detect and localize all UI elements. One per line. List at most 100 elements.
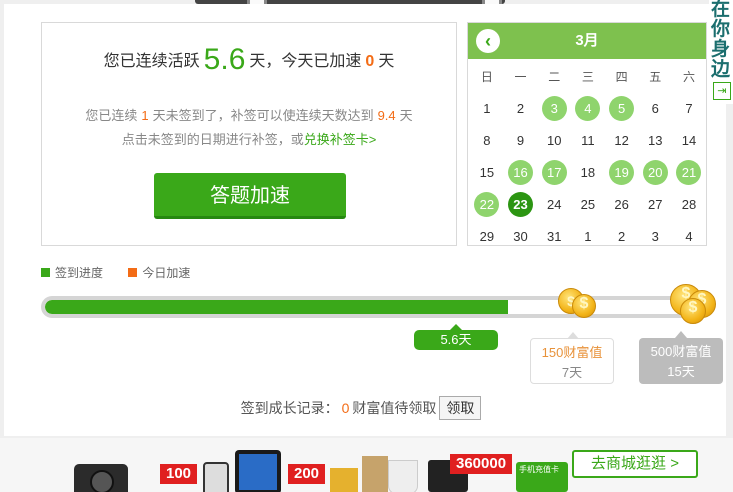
calendar-day[interactable]: 10: [537, 128, 571, 154]
activity-summary: 您已连续活跃 5.6 天，今天已加速 0 天: [42, 43, 456, 77]
calendar-grid: 日一二三四五六 1 2 3 4 5 6 7 8 9 10 11 12 13 14 15 16 17 18 19 20 21…: [470, 61, 706, 253]
calendar-day[interactable]: 24: [537, 192, 571, 218]
calendar-day[interactable]: 2: [504, 96, 538, 122]
calendar-day[interactable]: 25: [571, 192, 605, 218]
calendar-day-number: 24: [546, 197, 562, 212]
calendar-day[interactable]: 11: [571, 128, 605, 154]
weekday-label: 六: [682, 70, 695, 84]
calendar-day-number: 14: [681, 133, 697, 148]
legend-today-label: 今日加速: [142, 266, 191, 280]
progress-fill: [45, 300, 509, 314]
calendar-day[interactable]: 2: [605, 224, 639, 250]
weekday-label: 四: [615, 70, 628, 84]
calendar-day-number: 3: [651, 229, 659, 244]
calendar-day[interactable]: 27: [638, 192, 672, 218]
gold-product[interactable]: [330, 468, 358, 492]
side-widget: 在 你 身 边 ⇥: [709, 0, 733, 104]
calendar-day-signed[interactable]: 21: [672, 160, 706, 186]
calendar-day[interactable]: 15: [470, 160, 504, 186]
calendar-day-number: 23: [508, 192, 534, 217]
calendar-day-number: 28: [681, 197, 697, 212]
calendar-day-number: 2: [617, 229, 626, 244]
calendar-day-number: 31: [546, 229, 562, 244]
calendar-day-number: 29: [479, 229, 495, 244]
calendar-day[interactable]: 1: [571, 224, 605, 250]
calendar-week: 1 2 345 6 7: [470, 93, 706, 125]
calendar-day[interactable]: 12: [605, 128, 639, 154]
go-to-mall-button[interactable]: 去商城逛逛 >: [572, 450, 698, 478]
calendar-day-number: 4: [575, 96, 601, 121]
calendar-day[interactable]: 9: [504, 128, 538, 154]
exit-icon[interactable]: ⇥: [713, 82, 731, 100]
calendar-day-number: 5: [609, 96, 635, 121]
progress-track-inner: [45, 300, 707, 314]
reward-days: 7天: [561, 365, 583, 380]
side-char: 边: [711, 59, 731, 80]
camera-product[interactable]: [74, 464, 128, 492]
weekday-label: 五: [649, 70, 662, 84]
calendar-day-number: 30: [513, 229, 528, 244]
calendar-header: ‹ 3月: [468, 23, 706, 59]
calendar-day-signed[interactable]: 22: [470, 192, 504, 218]
tablet-product[interactable]: [235, 450, 281, 492]
active-days-value: 5.6: [203, 43, 246, 76]
calendar-day[interactable]: 4: [672, 224, 706, 250]
calendar-day[interactable]: 26: [605, 192, 639, 218]
calendar-day[interactable]: 13: [638, 128, 672, 154]
phone-card-product[interactable]: 手机充值卡: [516, 462, 568, 492]
calendar-day-number: 9: [516, 133, 525, 148]
calendar-day-number: 3: [541, 96, 567, 121]
calendar-day[interactable]: 30: [504, 224, 538, 250]
calendar-day-signed[interactable]: 19: [605, 160, 639, 186]
record-suffix: 财富值待领取: [352, 400, 437, 416]
summary-prefix: 您已连续活跃: [103, 53, 200, 70]
reward-7-days: 150财富值 7天: [530, 332, 614, 384]
progress-track: [41, 296, 711, 318]
reward-value: 500财富值: [650, 344, 712, 359]
exchange-card-link[interactable]: 兑换补签卡>: [304, 132, 377, 147]
calendar-day-number: 1: [584, 229, 592, 244]
calendar-day[interactable]: 31: [537, 224, 571, 250]
calendar-day-signed[interactable]: 17: [537, 160, 571, 186]
calendar-day[interactable]: 14: [672, 128, 706, 154]
weekday-label: 日: [480, 70, 493, 84]
calendar-day[interactable]: 6: [638, 96, 672, 122]
calendar-week: 8 9 10 11 12 13 14: [470, 125, 706, 157]
calendar-day[interactable]: 29: [470, 224, 504, 250]
resign-text-d: 点击未签到的日期进行补签，或: [121, 132, 304, 147]
calendar-day[interactable]: 1: [470, 96, 504, 122]
quiz-speedup-button[interactable]: 答题加速: [154, 173, 346, 219]
weekday-label: 二: [548, 70, 561, 84]
legend-progress: 签到进度: [41, 266, 103, 280]
calendar-day-signed[interactable]: 3: [537, 96, 571, 122]
side-widget-text: 在 你 身 边: [711, 0, 731, 80]
resign-line-1: 您已连续 1 天未签到了，补签可以使连续天数达到 9.4 天: [42, 105, 456, 124]
calendar-day-today[interactable]: 23: [504, 192, 538, 218]
phone-product[interactable]: [203, 462, 229, 492]
calendar-day-signed[interactable]: 16: [504, 160, 538, 186]
unsigned-days: 1: [141, 108, 149, 123]
bag-product[interactable]: [362, 456, 388, 492]
cup-product[interactable]: [388, 460, 418, 492]
claim-button[interactable]: 领取: [439, 396, 482, 420]
side-char: 你: [711, 19, 731, 40]
calendar-day-number: 6: [651, 101, 659, 116]
calendar-day[interactable]: 8: [470, 128, 504, 154]
calendar-day[interactable]: 18: [571, 160, 605, 186]
mall-banner: 100 200 360000 手机充值卡 去商城逛逛 >: [0, 438, 733, 492]
calendar-day-signed[interactable]: 20: [638, 160, 672, 186]
calendar-day-signed[interactable]: 4: [571, 96, 605, 122]
resign-line-2: 点击未签到的日期进行补签，或兑换补签卡>: [42, 129, 456, 148]
calendar-day[interactable]: 3: [638, 224, 672, 250]
price-tag-360000: 360000: [450, 454, 513, 474]
calendar-day-number: 7: [685, 101, 693, 116]
growth-record: 签到成长记录： 0 财富值待领取 领取: [0, 396, 722, 420]
calendar-week: 22 23 24 25 26 27 28: [470, 189, 706, 221]
calendar-day-number: 26: [614, 197, 629, 212]
calendar-day-signed[interactable]: 5: [605, 96, 639, 122]
calendar-day[interactable]: 28: [672, 192, 706, 218]
today-speed-value: 0: [365, 53, 375, 70]
calendar-day-number: 17: [541, 160, 567, 185]
price-tag-200: 200: [288, 464, 326, 484]
calendar-day[interactable]: 7: [672, 96, 706, 122]
